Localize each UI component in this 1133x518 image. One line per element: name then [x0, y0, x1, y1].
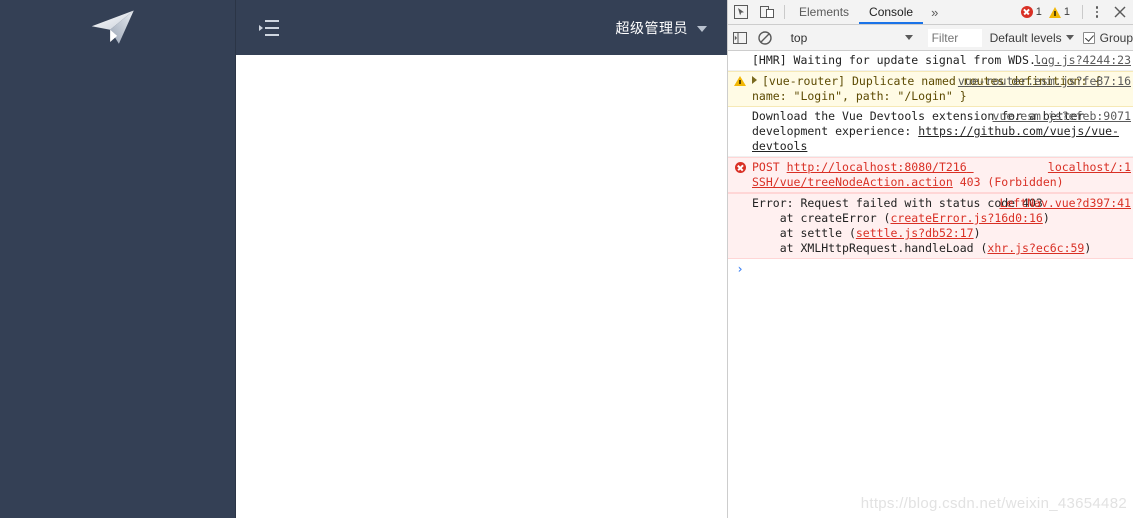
message-body: localhost/:1 POST http://localhost:8080/… — [752, 160, 1133, 190]
more-tabs-button[interactable]: » — [923, 0, 946, 24]
warning-count: 1 — [1063, 6, 1070, 18]
message-gutter — [728, 109, 752, 154]
tab-console[interactable]: Console — [859, 0, 924, 24]
device-toolbar-button[interactable] — [754, 0, 780, 24]
toolbar-divider — [784, 5, 785, 19]
app-logo[interactable] — [0, 0, 235, 55]
group-similar-checkbox[interactable] — [1082, 31, 1095, 44]
inspect-element-button[interactable] — [728, 0, 754, 24]
paper-plane-icon — [91, 10, 134, 44]
device-toolbar-icon — [760, 6, 774, 18]
stack-frame-suffix: ) — [973, 226, 981, 240]
menu-fold-button[interactable] — [252, 11, 286, 45]
stack-frame-link[interactable]: createError.js?16d0:16 — [890, 211, 1042, 225]
user-menu[interactable]: 超级管理员 — [616, 18, 710, 38]
inspect-element-icon — [734, 5, 748, 19]
stack-frame-prefix: at createError ( — [752, 211, 891, 225]
group-similar-toggle[interactable]: Group — [1082, 30, 1133, 45]
console-message[interactable]: vue.esm.js?efeb:9071 Download the Vue De… — [728, 107, 1133, 157]
stack-frame: at createError (createError.js?16d0:16) — [752, 211, 1129, 226]
stack-frame-prefix: at XMLHttpRequest.handleLoad ( — [752, 241, 988, 255]
message-text: POST http://localhost:8080/T216 SSH/vue/… — [752, 160, 1064, 189]
stack-frame-link[interactable]: settle.js?db52:17 — [856, 226, 974, 240]
stack-frame-prefix: at settle ( — [752, 226, 856, 240]
devtools-menu-button[interactable] — [1087, 0, 1107, 24]
console-filter-input[interactable] — [927, 28, 982, 47]
request-method: POST — [752, 160, 780, 174]
console-context-value: top — [790, 30, 808, 45]
message-text: [HMR] Waiting for update signal from WDS… — [752, 53, 1050, 67]
error-count: 1 — [1035, 6, 1042, 18]
application-body: 超级管理员 — [0, 0, 727, 518]
content-column: 超级管理员 — [236, 0, 727, 518]
error-circle-icon — [734, 162, 746, 173]
message-gutter — [728, 53, 752, 68]
source-link[interactable]: vue.esm.js?efeb:9071 — [993, 109, 1131, 124]
error-circle-icon — [1020, 6, 1033, 18]
message-body: LeftNav.vue?d397:41 Error: Request faile… — [752, 196, 1133, 256]
user-name-label: 超级管理员 — [615, 20, 688, 37]
console-prompt-input[interactable] — [752, 262, 1133, 277]
kebab-dot — [1095, 6, 1099, 9]
stack-frame: at XMLHttpRequest.handleLoad (xhr.js?ec6… — [752, 241, 1129, 256]
log-levels-label: Default levels — [989, 30, 1062, 45]
console-message[interactable]: log.js?4244:23 [HMR] Waiting for update … — [728, 51, 1133, 71]
message-body: vue-router.esm.js?fe87:16 [vue-router] D… — [752, 74, 1133, 104]
console-filterbar: top Default levels Group — [728, 25, 1133, 51]
message-gutter — [728, 196, 752, 256]
main-content-canvas — [236, 55, 727, 518]
tabbar-spacer — [946, 0, 1016, 24]
clear-console-button[interactable] — [753, 30, 778, 45]
stack-frame: at settle (settle.js?db52:17) — [752, 226, 1129, 241]
console-message[interactable]: localhost/:1 POST http://localhost:8080/… — [728, 157, 1133, 193]
console-message[interactable]: vue-router.esm.js?fe87:16 [vue-router] D… — [728, 71, 1133, 107]
close-devtools-button[interactable] — [1107, 0, 1133, 24]
message-gutter — [728, 160, 752, 190]
clear-console-icon — [758, 30, 772, 45]
chevron-down-icon — [904, 35, 913, 40]
warning-triangle-icon — [1048, 6, 1061, 18]
badge-divider — [1082, 5, 1083, 19]
prompt-caret-icon: › — [736, 262, 744, 276]
source-link[interactable]: log.js?4244:23 — [1034, 53, 1131, 68]
kebab-dot — [1095, 15, 1099, 18]
message-body: log.js?4244:23 [HMR] Waiting for update … — [752, 53, 1133, 68]
source-link[interactable]: vue-router.esm.js?fe87:16 — [958, 74, 1131, 89]
issue-badges[interactable]: 1 1 — [1017, 0, 1078, 24]
source-link[interactable]: localhost/:1 — [1048, 160, 1131, 175]
message-gutter — [728, 74, 752, 104]
request-url-link[interactable]: http://localhost:8080/T216 SSH/vue/treeN… — [752, 160, 974, 189]
console-prompt-row[interactable]: › — [728, 259, 1133, 277]
chevron-down-icon — [1065, 35, 1074, 40]
group-similar-label: Group — [1099, 30, 1133, 45]
devtools-panel: Elements Console » 1 1 top Filter Defaul… — [727, 0, 1133, 518]
devtools-tabbar: Elements Console » 1 1 — [728, 0, 1133, 25]
stack-frame-suffix: ) — [1084, 241, 1092, 255]
menu-fold-icon — [259, 19, 279, 36]
message-body: vue.esm.js?efeb:9071 Download the Vue De… — [752, 109, 1133, 154]
page-root: 超级管理员 Elements Console » 1 1 top Filter … — [0, 0, 1133, 518]
app-sidebar — [0, 0, 236, 518]
kebab-dot — [1095, 10, 1099, 14]
source-link[interactable]: LeftNav.vue?d397:41 — [999, 196, 1131, 211]
console-sidebar-icon — [733, 31, 748, 44]
console-sidebar-button[interactable] — [728, 31, 753, 45]
request-status: 403 (Forbidden) — [959, 175, 1064, 189]
tab-elements[interactable]: Elements — [789, 0, 859, 24]
log-levels-select[interactable]: Default levels — [990, 31, 1074, 45]
console-message[interactable]: LeftNav.vue?d397:41 Error: Request faile… — [728, 193, 1133, 259]
stack-frame-suffix: ) — [1042, 211, 1050, 225]
expand-arrow-icon[interactable] — [752, 76, 757, 84]
application-area: 超级管理员 — [0, 0, 727, 518]
stack-frame-link[interactable]: xhr.js?ec6c:59 — [987, 241, 1084, 255]
console-output[interactable]: log.js?4244:23 [HMR] Waiting for update … — [728, 51, 1133, 518]
chevron-down-icon — [697, 25, 707, 32]
app-topbar: 超级管理员 — [236, 0, 727, 55]
sidebar-menu — [0, 55, 235, 518]
console-context-select[interactable]: top — [791, 31, 919, 45]
warning-triangle-icon — [734, 76, 746, 86]
close-icon — [1114, 6, 1126, 18]
